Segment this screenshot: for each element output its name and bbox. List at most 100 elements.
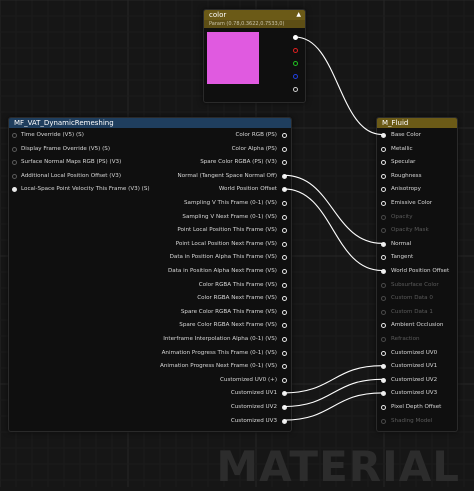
mf-output-pin[interactable]	[282, 160, 287, 166]
fluid-input-label: Opacity	[391, 213, 413, 220]
mf-output-pin[interactable]	[282, 296, 287, 302]
fluid-input-pin[interactable]	[381, 418, 386, 424]
output-pin-alpha[interactable]	[293, 87, 298, 92]
fluid-input-label: Normal	[391, 240, 412, 247]
mf-output-pin[interactable]	[282, 133, 287, 138]
fluid-input-label: Custom Data 0	[391, 295, 433, 302]
mf-input-pin[interactable]	[12, 173, 17, 179]
fluid-input-pin[interactable]	[381, 296, 386, 302]
mf-output-label: World Position Offset	[218, 186, 277, 193]
mf-output-pin[interactable]	[282, 418, 287, 424]
mf-input-pin[interactable]	[12, 133, 17, 138]
output-pin-blue[interactable]	[293, 74, 298, 79]
fluid-node-header[interactable]: M_Fluid	[377, 118, 457, 128]
fluid-input-pin[interactable]	[381, 146, 386, 152]
mf-output-pin[interactable]	[282, 377, 287, 383]
mf-output-pin[interactable]	[282, 269, 287, 274]
mf-input-pin[interactable]	[12, 160, 17, 166]
mf-output-label: Animation Progress Next Frame (0-1) (VS)	[160, 363, 277, 370]
color-parameter-node[interactable]: color ▲ Param (0.78,0.3622,0.7533,0)	[203, 9, 306, 103]
mf-output-label: Point Local Position Next Frame (VS)	[175, 240, 277, 247]
m-fluid-material-node[interactable]: M_Fluid Base Color Metallic Specular Roughn…	[376, 117, 458, 432]
fluid-input-pin[interactable]	[381, 405, 386, 410]
mf-input-pin[interactable]	[12, 187, 17, 193]
mf-output-label: Point Local Position This Frame (VS)	[177, 227, 277, 234]
mf-output-pin[interactable]	[282, 350, 287, 356]
mf-output-label: Color RGB (PS)	[235, 132, 277, 138]
fluid-input-label: Shading Model	[391, 417, 433, 424]
mf-input-label: Surface Normal Maps RGB (PS) (V3)	[21, 159, 122, 166]
output-pin-red[interactable]	[293, 48, 298, 53]
fluid-input-pin[interactable]	[381, 323, 386, 329]
mf-output-pin[interactable]	[282, 309, 287, 315]
fluid-input-pin[interactable]	[381, 214, 386, 220]
fluid-input-label: Pixel Depth Offset	[391, 404, 442, 410]
mf-output-pin[interactable]	[282, 187, 287, 193]
mf-input-label: Local-Space Point Velocity This Frame (V…	[21, 186, 150, 193]
fluid-input-pin[interactable]	[381, 269, 386, 274]
collapse-arrow-icon[interactable]: ▲	[296, 10, 301, 20]
fluid-input-label: Emissive Color	[391, 200, 433, 206]
fluid-input-pin[interactable]	[381, 255, 386, 261]
fluid-input-label: World Position Offset	[391, 268, 450, 274]
fluid-input-pin[interactable]	[381, 173, 386, 179]
mf-output-pin[interactable]	[282, 146, 287, 152]
fluid-input-pin[interactable]	[381, 241, 386, 247]
output-pin-green[interactable]	[293, 61, 298, 66]
fluid-input-pin[interactable]	[381, 201, 386, 206]
color-node-title: color	[209, 11, 227, 19]
fluid-input-pin[interactable]	[381, 133, 386, 138]
mf-output-pin[interactable]	[282, 228, 287, 234]
mf-output-label: Interframe Interpolation Alpha (0-1) (VS…	[163, 336, 277, 342]
mf-output-label: Color RGBA Next Frame (VS)	[197, 295, 277, 302]
mf-output-label: Color RGBA This Frame (VS)	[198, 281, 277, 288]
mf-output-pin[interactable]	[282, 391, 287, 397]
fluid-input-pin[interactable]	[381, 350, 386, 356]
mf-output-pin[interactable]	[282, 405, 287, 410]
mf-output-pin[interactable]	[282, 255, 287, 261]
mf-output-label: Sampling V This Frame (0-1) (VS)	[183, 200, 277, 206]
mf-output-label: Animation Progress This Frame (0-1) (VS)	[161, 349, 277, 356]
fluid-input-label: Specular	[391, 159, 416, 166]
fluid-input-label: Ambient Occlusion	[391, 322, 444, 329]
mf-output-label: Customized UV2	[230, 404, 277, 410]
fluid-input-pin[interactable]	[381, 377, 386, 383]
mf-output-label: Spare Color RGBA Next Frame (VS)	[179, 322, 277, 329]
mf-output-pin[interactable]	[282, 173, 287, 179]
mf-node-header[interactable]: MF_VAT_DynamicRemeshing	[9, 118, 291, 128]
fluid-input-pin[interactable]	[381, 228, 386, 234]
mf-output-label: Customized UV0 (+)	[220, 376, 277, 383]
mf-input-label: Additional Local Position Offset (V3)	[21, 172, 122, 179]
fluid-input-label: Tangent	[391, 254, 414, 261]
mf-output-pin[interactable]	[282, 201, 287, 206]
output-pin-rgb[interactable]	[293, 35, 298, 40]
fluid-input-label: Customized UV0	[391, 349, 438, 356]
fluid-input-label: Metallic	[391, 145, 413, 152]
mf-output-pin[interactable]	[282, 282, 287, 288]
fluid-input-label: Customized UV1	[391, 363, 438, 370]
fluid-input-pin[interactable]	[381, 364, 386, 370]
mf-output-pin[interactable]	[282, 323, 287, 329]
fluid-input-pin[interactable]	[381, 309, 386, 315]
mf-output-label: Spare Color RGBA (PS) (V3)	[200, 159, 277, 166]
fluid-input-pin[interactable]	[381, 282, 386, 288]
mf-input-pin[interactable]	[12, 146, 17, 152]
mf-output-label: Color Alpha (PS)	[231, 145, 277, 152]
mf-output-pin[interactable]	[282, 214, 287, 220]
mf-output-pin[interactable]	[282, 241, 287, 247]
mf-output-pin[interactable]	[282, 337, 287, 342]
color-swatch[interactable]	[207, 32, 259, 84]
fluid-input-label: Subsurface Color	[391, 281, 439, 288]
fluid-input-pin[interactable]	[381, 337, 386, 342]
mf-output-label: Customized UV1	[230, 390, 277, 397]
mf-output-label: Sampling V Next Frame (0-1) (VS)	[182, 213, 277, 220]
mf-output-label: Normal (Tangent Space Normal Off)	[177, 172, 277, 179]
fluid-input-label: Base Color	[391, 132, 422, 138]
mf-vat-dynamic-remeshing-node[interactable]: MF_VAT_DynamicRemeshing Time Override (V…	[8, 117, 292, 432]
fluid-input-pin[interactable]	[381, 391, 386, 397]
mf-output-pin[interactable]	[282, 364, 287, 370]
color-node-header[interactable]: color ▲	[204, 10, 305, 20]
mf-node-title: MF_VAT_DynamicRemeshing	[14, 119, 114, 127]
fluid-input-pin[interactable]	[381, 187, 386, 193]
fluid-input-pin[interactable]	[381, 160, 386, 166]
